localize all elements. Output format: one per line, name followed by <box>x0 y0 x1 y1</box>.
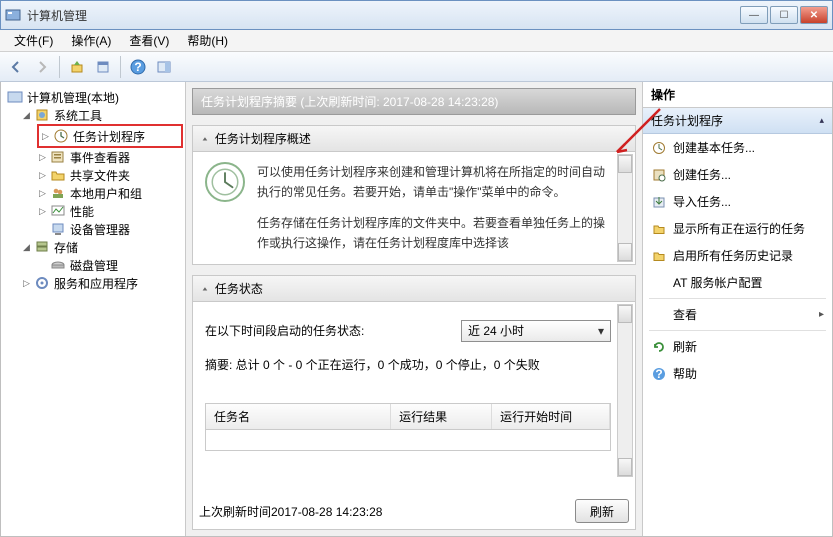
table-body <box>206 430 610 450</box>
window-titlebar: 计算机管理 <box>0 0 833 30</box>
action-at-service[interactable]: AT 服务帐户配置 <box>643 269 832 296</box>
status-group-header[interactable]: 任务状态 <box>193 276 635 302</box>
col-run-result[interactable]: 运行结果 <box>391 404 492 429</box>
navigation-tree[interactable]: 计算机管理(本地) ◢ 系统工具 ▷ 任务计划程序 ▷ 事件查看器 ▷ 共享文件 <box>1 82 186 536</box>
status-period-label: 在以下时间段启动的任务状态: <box>205 322 451 339</box>
expand-icon[interactable]: ▷ <box>37 152 48 163</box>
services-icon <box>34 275 50 291</box>
menu-help[interactable]: 帮助(H) <box>179 30 236 51</box>
tree-task-scheduler[interactable]: ▷ 任务计划程序 <box>40 127 147 145</box>
summary-line: 摘要: 总计 0 个 - 0 个正在运行，0 个成功，0 个停止，0 个失败 <box>205 356 611 373</box>
collapse-icon[interactable]: ◢ <box>21 242 32 253</box>
tree-device-manager[interactable]: ▷ 设备管理器 <box>3 220 183 238</box>
clock-icon <box>53 128 69 144</box>
toolbar: ? <box>0 52 833 82</box>
tree-services-apps[interactable]: ▷ 服务和应用程序 <box>3 274 183 292</box>
tree-disk-mgmt[interactable]: ▷ 磁盘管理 <box>3 256 183 274</box>
actions-category[interactable]: 任务计划程序 <box>643 108 832 134</box>
summary-header: 任务计划程序摘要 (上次刷新时间: 2017-08-28 14:23:28) <box>192 88 636 115</box>
svg-text:?: ? <box>134 60 141 74</box>
tree-shared-folders[interactable]: ▷ 共享文件夹 <box>3 166 183 184</box>
separator <box>649 330 826 331</box>
last-refresh-label: 上次刷新时间2017-08-28 14:23:28 <box>199 503 382 520</box>
storage-icon <box>34 239 50 255</box>
action-view[interactable]: 查看 <box>643 301 832 328</box>
refresh-button[interactable]: 刷新 <box>575 499 629 523</box>
scrollbar[interactable] <box>617 304 633 477</box>
content-pane: 任务计划程序摘要 (上次刷新时间: 2017-08-28 14:23:28) 任… <box>186 82 642 536</box>
action-enable-history[interactable]: 启用所有任务历史记录 <box>643 242 832 269</box>
action-create-task[interactable]: 创建任务... <box>643 161 832 188</box>
expand-icon[interactable]: ▷ <box>40 131 51 142</box>
toolbar-separator <box>120 56 121 78</box>
expand-icon[interactable]: ▷ <box>37 188 48 199</box>
action-show-running[interactable]: 显示所有正在运行的任务 <box>643 215 832 242</box>
users-icon <box>50 185 66 201</box>
expand-icon[interactable]: ▷ <box>37 170 48 181</box>
action-import-task[interactable]: 导入任务... <box>643 188 832 215</box>
performance-icon <box>50 203 66 219</box>
period-dropdown[interactable]: 近 24 小时 <box>461 320 611 342</box>
folder-icon <box>651 248 667 264</box>
tree-event-viewer[interactable]: ▷ 事件查看器 <box>3 148 183 166</box>
forward-button[interactable] <box>30 55 54 79</box>
clock-icon <box>205 162 245 202</box>
refresh-icon <box>651 339 667 355</box>
actions-pane: 操作 任务计划程序 创建基本任务... 创建任务... 导入任务... 显示所有… <box>642 82 832 536</box>
folder-icon <box>651 221 667 237</box>
tree-local-users[interactable]: ▷ 本地用户和组 <box>3 184 183 202</box>
help-icon: ? <box>651 366 667 382</box>
collapse-icon[interactable]: ◢ <box>21 110 32 121</box>
col-task-name[interactable]: 任务名 <box>206 404 391 429</box>
clock-icon <box>651 140 667 156</box>
tree-storage[interactable]: ◢ 存储 <box>3 238 183 256</box>
maximize-button[interactable] <box>770 6 798 24</box>
scrollbar[interactable] <box>617 154 633 262</box>
action-refresh[interactable]: 刷新 <box>643 333 832 360</box>
actions-header: 操作 <box>643 82 832 108</box>
show-hide-pane-button[interactable] <box>152 55 176 79</box>
overview-text: 可以使用任务计划程序来创建和管理计算机将在所指定的时间自动执行的常见任务。若要开… <box>257 162 611 254</box>
menu-bar: 文件(F) 操作(A) 查看(V) 帮助(H) <box>0 30 833 52</box>
tree-performance[interactable]: ▷ 性能 <box>3 202 183 220</box>
properties-button[interactable] <box>91 55 115 79</box>
menu-action[interactable]: 操作(A) <box>63 30 119 51</box>
task-table[interactable]: 任务名 运行结果 运行开始时间 <box>205 403 611 451</box>
status-group: 任务状态 在以下时间段启动的任务状态: 近 24 小时 摘要: 总计 0 个 -… <box>192 275 636 530</box>
separator <box>649 298 826 299</box>
task-icon <box>651 167 667 183</box>
up-button[interactable] <box>65 55 89 79</box>
tree-system-tools[interactable]: ◢ 系统工具 <box>3 106 183 124</box>
back-button[interactable] <box>4 55 28 79</box>
expand-icon[interactable]: ▷ <box>37 206 48 217</box>
disk-icon <box>50 257 66 273</box>
toolbar-separator <box>59 56 60 78</box>
folder-icon <box>50 167 66 183</box>
expand-icon[interactable]: ▷ <box>21 278 32 289</box>
minimize-button[interactable] <box>740 6 768 24</box>
window-title: 计算机管理 <box>27 7 740 24</box>
svg-text:?: ? <box>655 367 662 381</box>
action-create-basic-task[interactable]: 创建基本任务... <box>643 134 832 161</box>
menu-view[interactable]: 查看(V) <box>121 30 177 51</box>
overview-group-header[interactable]: 任务计划程序概述 <box>193 126 635 152</box>
tree-task-scheduler-highlight: ▷ 任务计划程序 <box>37 124 183 148</box>
import-icon <box>651 194 667 210</box>
app-icon <box>5 7 21 23</box>
help-button[interactable]: ? <box>126 55 150 79</box>
col-start-time[interactable]: 运行开始时间 <box>492 404 610 429</box>
action-help[interactable]: ? 帮助 <box>643 360 832 387</box>
close-button[interactable] <box>800 6 828 24</box>
tree-root[interactable]: 计算机管理(本地) <box>3 88 183 106</box>
menu-file[interactable]: 文件(F) <box>6 30 61 51</box>
device-icon <box>50 221 66 237</box>
overview-group: 任务计划程序概述 可以使用任务计划程序来创建和管理计算机将在所指定的时间自动执行… <box>192 125 636 265</box>
